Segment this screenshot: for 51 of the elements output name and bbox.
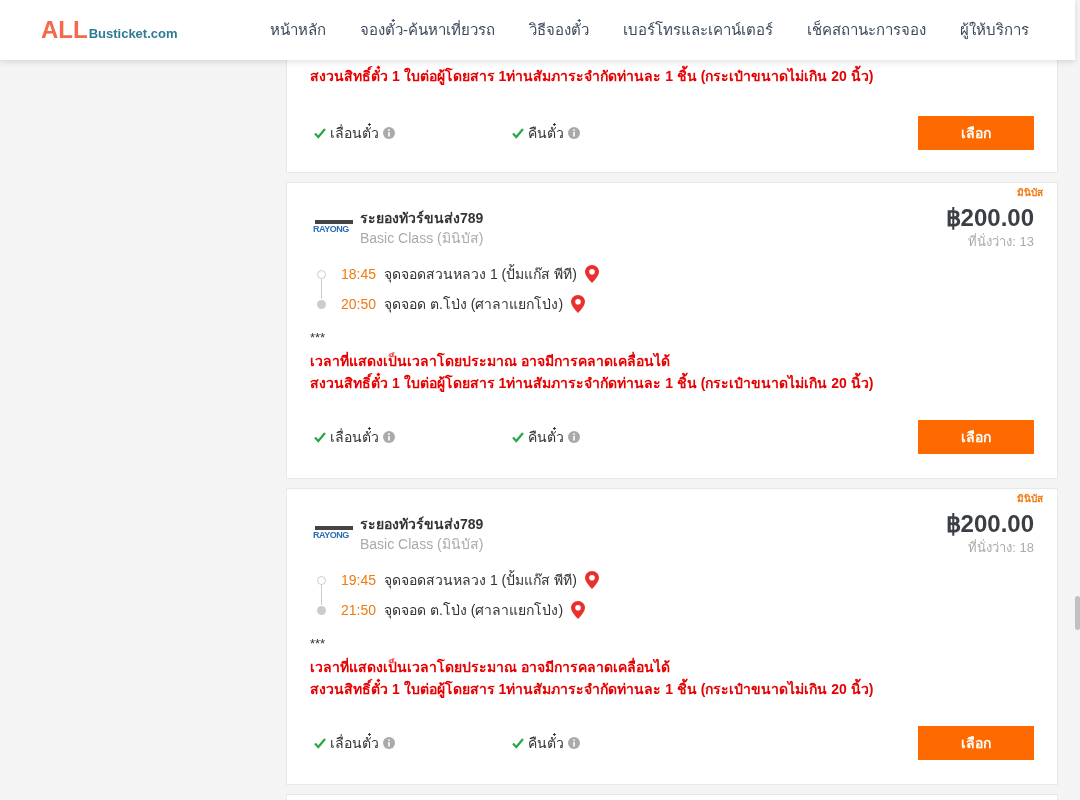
seats-available: ที่นั่งว่าง: 13	[968, 233, 1034, 251]
info-icon[interactable]	[383, 127, 395, 139]
bus-class: Basic Class (มินิบัส)	[360, 229, 484, 248]
nav-link[interactable]: ผู้ให้บริการ	[944, 18, 1045, 42]
scrollbar-thumb[interactable]	[1075, 596, 1080, 630]
option-label: คืนตั๋ว	[528, 732, 564, 753]
stop-name: จุดจอดสวนหลวง 1 (ปั้มแก๊ส พีที)	[384, 569, 577, 591]
option-label: คืนตั๋ว	[528, 426, 564, 447]
operator-name: ระยองทัวร์ขนส่ง789	[360, 515, 484, 534]
stop-name: จุดจอด ต.โป่ง (ศาลาแยกโป่ง)	[384, 294, 564, 315]
warning-text: เวลาที่แสดงเป็นเวลาโดยประมาณ อาจมีการคลาดเคลื่อนได้	[310, 350, 671, 371]
operator-logo: RAYONG	[313, 513, 353, 553]
vehicle-type-label: มินิบัส	[1017, 492, 1043, 506]
stop-name: จุดจอดสวนหลวง 1 (ปั้มแก๊ส พีที)	[384, 263, 577, 285]
departure-time: 20:50	[341, 294, 377, 314]
map-pin-icon	[584, 265, 599, 283]
info-icon[interactable]	[568, 431, 580, 443]
departure-time: 18:45	[341, 264, 377, 284]
note-text: ***	[310, 329, 327, 347]
nav-link[interactable]: หน้าหลัก	[254, 18, 342, 42]
warning-text: สงวนสิทธิ์ตั๋ว 1 ใบต่อผู้โดยสาร 1ท่านสัมภาระจำกัดท่านละ 1 ชิ้น (กระเป๋าขนาดไม่เกิน 20 นิ้ว)	[310, 372, 1034, 394]
operator-name: ระยองทัวร์ขนส่ง789	[360, 209, 484, 228]
info-icon[interactable]	[383, 431, 395, 443]
stop-name: จุดจอด ต.โป่ง (ศาลาแยกโป่ง)	[384, 600, 564, 621]
price: ฿200.00	[945, 509, 1034, 539]
option-label: เลื่อนตั๋ว	[330, 426, 379, 447]
nav-link[interactable]: เช็คสถานะการจอง	[791, 18, 942, 42]
option-label: เลื่อนตั๋ว	[330, 122, 379, 143]
warning-text: เวลาที่แสดงเป็นเวลาโดยประมาณ อาจมีการคลาดเคลื่อนได้	[310, 656, 671, 677]
nav-link[interactable]: เบอร์โทรและเคาน์เตอร์	[607, 18, 789, 42]
map-pin-icon	[584, 571, 599, 589]
option-label: เลื่อนตั๋ว	[330, 732, 379, 753]
option-label: คืนตั๋ว	[528, 122, 564, 143]
nav-link[interactable]: วิธีจองตั๋ว	[513, 18, 605, 42]
nav-link[interactable]: จองตั๋ว-ค้นหาเที่ยวรถ	[344, 18, 511, 42]
warning-text: สงวนสิทธิ์ตั๋ว 1 ใบต่อผู้โดยสาร 1ท่านสัมภาระจำกัดท่านละ 1 ชิ้น (กระเป๋าขนาดไม่เกิน 20 นิ้ว)	[310, 678, 1034, 700]
map-pin-icon	[571, 295, 586, 313]
warning-text: สงวนสิทธิ์ตั๋ว 1 ใบต่อผู้โดยสาร 1ท่านสัมภาระจำกัดท่านละ 1 ชิ้น (กระเป๋าขนาดไม่เกิน 20 นิ้ว)	[310, 65, 1034, 87]
info-icon[interactable]	[568, 737, 580, 749]
vehicle-type-label: มินิบัส	[1017, 186, 1043, 200]
departure-time: 21:50	[341, 600, 377, 620]
map-pin-icon	[571, 601, 586, 619]
seats-available: ที่นั่งว่าง: 18	[968, 539, 1034, 557]
info-icon[interactable]	[383, 737, 395, 749]
site-logo[interactable]: ALLBusticket.com	[41, 18, 178, 42]
note-text: ***	[310, 635, 327, 653]
bus-class: Basic Class (มินิบัส)	[360, 535, 484, 554]
price: ฿200.00	[945, 203, 1034, 233]
departure-time: 19:45	[341, 570, 377, 590]
operator-logo: RAYONG	[313, 207, 353, 247]
info-icon[interactable]	[568, 127, 580, 139]
